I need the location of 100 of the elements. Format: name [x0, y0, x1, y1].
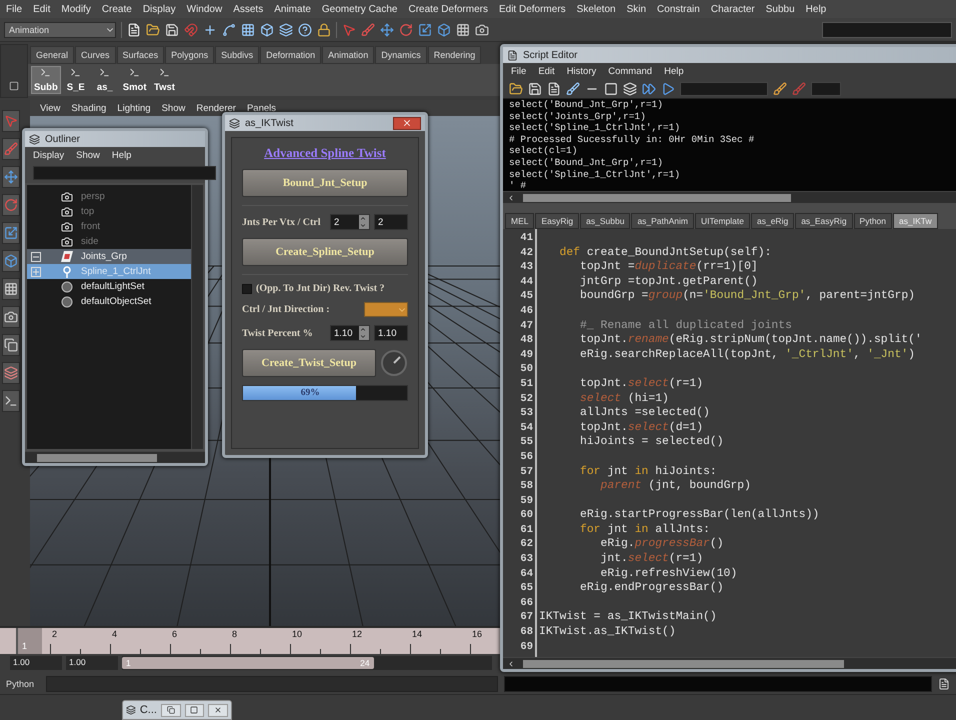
scrollbar[interactable]: [503, 191, 956, 203]
panel-menu-item[interactable]: Show: [162, 102, 186, 114]
scrollbar[interactable]: [25, 451, 205, 463]
panel-menu-item[interactable]: Renderer: [196, 102, 236, 114]
tool-button[interactable]: [2, 194, 20, 216]
shelf-tab[interactable]: General: [30, 46, 74, 64]
shelf-tab[interactable]: Dynamics: [375, 46, 427, 64]
menu-item[interactable]: Window: [186, 4, 222, 14]
tool-button[interactable]: [2, 334, 20, 356]
folder-icon[interactable]: [509, 82, 523, 96]
search-field[interactable]: [680, 82, 768, 96]
menu-item[interactable]: Display: [33, 150, 64, 160]
tool-button[interactable]: [2, 138, 20, 160]
save-icon[interactable]: [165, 22, 179, 36]
grid-icon[interactable]: [456, 22, 470, 36]
menu-item[interactable]: Edit: [33, 4, 50, 14]
time-slider[interactable]: 2 4 6 8 10 12 14 16 1: [0, 626, 500, 654]
joints-field[interactable]: 2: [374, 214, 408, 230]
menu-item[interactable]: Help: [664, 66, 684, 76]
restore-button[interactable]: [160, 704, 181, 716]
panel-menu-item[interactable]: Lighting: [117, 102, 151, 114]
grid-icon[interactable]: [241, 22, 255, 36]
outliner-row[interactable]: Joints_Grp: [27, 249, 191, 264]
shelf-button[interactable]: Twst: [150, 66, 178, 94]
menu-item[interactable]: File: [6, 4, 22, 14]
menu-item[interactable]: Animate: [274, 4, 311, 14]
square-icon[interactable]: [604, 82, 618, 96]
shelf-tab[interactable]: Subdivs: [215, 46, 260, 64]
editor-tab[interactable]: Python: [854, 213, 892, 229]
panel-menu-item[interactable]: Panels: [246, 102, 276, 114]
menu-item[interactable]: Edit Deformers: [498, 4, 566, 14]
curve-icon[interactable]: [222, 22, 236, 36]
brush-icon[interactable]: [773, 82, 787, 96]
shelf-tab[interactable]: Animation: [322, 46, 374, 64]
shelf-button[interactable]: Smot: [120, 66, 150, 94]
tool-button[interactable]: [2, 222, 20, 244]
menu-item[interactable]: File: [511, 66, 526, 76]
script-editor-icon[interactable]: [938, 678, 950, 690]
help-icon[interactable]: [298, 22, 312, 36]
tool-button[interactable]: [2, 250, 20, 272]
camera-icon[interactable]: [475, 22, 489, 36]
scrollbar[interactable]: [191, 185, 203, 449]
new-file-icon[interactable]: [127, 22, 141, 36]
shelf-button[interactable]: as_: [90, 66, 119, 94]
brush-icon[interactable]: [361, 22, 375, 36]
editor-tab[interactable]: MEL: [505, 213, 534, 229]
scale-icon[interactable]: [418, 22, 432, 36]
tool-button[interactable]: [2, 278, 20, 300]
tool-button[interactable]: [2, 390, 20, 412]
minus-box-icon[interactable]: [31, 252, 41, 262]
layers-icon[interactable]: [623, 82, 637, 96]
menu-item[interactable]: Assets: [233, 4, 264, 14]
reverse-twist-checkbox[interactable]: [242, 284, 252, 294]
editor-tab[interactable]: UITemplate: [695, 213, 750, 229]
layers-icon[interactable]: [279, 22, 293, 36]
minimized-window[interactable]: C...: [122, 700, 232, 720]
menu-item[interactable]: Edit: [538, 66, 555, 76]
maximize-button[interactable]: [184, 704, 204, 716]
outliner-row[interactable]: defaultObjectSet: [27, 294, 191, 309]
shelf-button[interactable]: Subb: [31, 66, 61, 94]
menu-item[interactable]: Help: [112, 150, 132, 160]
filter-field[interactable]: [33, 166, 216, 180]
mode-dropdown[interactable]: Animation: [4, 22, 116, 38]
pointer-icon[interactable]: [342, 22, 356, 36]
menu-item[interactable]: Display: [142, 4, 176, 14]
menu-item[interactable]: Modify: [61, 4, 91, 14]
outliner-row[interactable]: defaultLightSet: [27, 279, 191, 294]
menu-item[interactable]: Character: [710, 4, 755, 14]
brush-icon[interactable]: [566, 82, 580, 96]
close-button[interactable]: [208, 704, 228, 716]
cube-icon[interactable]: [437, 22, 451, 36]
lock-icon[interactable]: [317, 22, 331, 36]
shelf-tab[interactable]: Deformation: [260, 46, 322, 64]
editor-tab[interactable]: EasyRig: [535, 213, 580, 229]
cube-icon[interactable]: [260, 22, 274, 36]
editor-tab[interactable]: as_EasyRig: [795, 213, 853, 229]
twist-spin-field[interactable]: 1.10: [330, 325, 370, 341]
line-field[interactable]: [811, 82, 841, 96]
menu-item[interactable]: Create Deformers: [408, 4, 488, 14]
menu-item[interactable]: Show: [76, 150, 100, 160]
command-field[interactable]: [46, 676, 498, 692]
menu-item[interactable]: Command: [608, 66, 652, 76]
toolbar-field[interactable]: [822, 22, 952, 38]
twist-field[interactable]: 1.10: [374, 325, 408, 341]
menu-item[interactable]: Skeleton: [576, 4, 616, 14]
menu-item[interactable]: Subbu: [766, 4, 795, 14]
play-icon[interactable]: [661, 82, 675, 96]
shelf-menu-icon[interactable]: [9, 81, 19, 91]
folder-icon[interactable]: [146, 22, 160, 36]
shelf-tab[interactable]: Curves: [75, 46, 116, 64]
fast-forward-icon[interactable]: [642, 82, 656, 96]
rotate-icon[interactable]: [399, 22, 413, 36]
panel-menu-item[interactable]: View: [40, 102, 60, 114]
shelf-tab[interactable]: Polygons: [165, 46, 214, 64]
outliner-row[interactable]: persp: [27, 189, 191, 204]
tool-button[interactable]: [2, 362, 20, 384]
editor-tab[interactable]: as_PathAnim: [631, 213, 694, 229]
outliner-row[interactable]: side: [27, 234, 191, 249]
tool-button[interactable]: [2, 306, 20, 328]
plus-icon[interactable]: [203, 22, 217, 36]
